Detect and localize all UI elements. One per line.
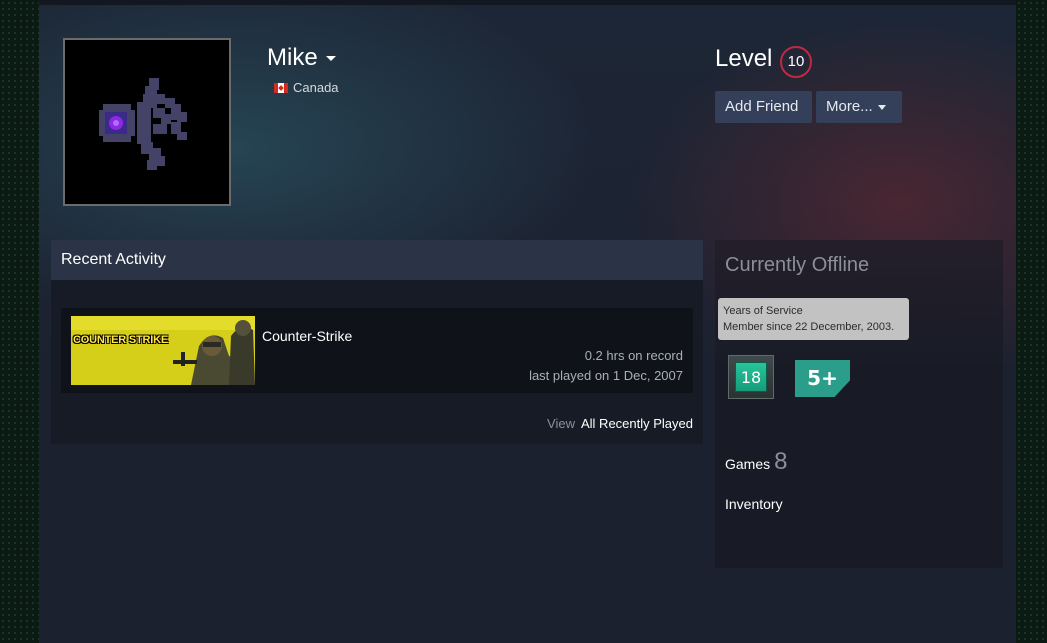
years-of-service-badge[interactable]: 18 [728, 355, 774, 399]
profile-page: Mike Canada Level 10 Add Friend More... … [39, 0, 1016, 643]
more-label: More... [826, 98, 873, 115]
background-pattern-left [0, 0, 39, 643]
canada-flag-icon [274, 83, 288, 93]
avatar-image [99, 78, 187, 170]
tooltip-text: Member since 22 December, 2003. [723, 321, 895, 333]
persona-name[interactable]: Mike [267, 44, 336, 72]
persona-name-text: Mike [267, 44, 318, 71]
country-name: Canada [293, 80, 339, 95]
recent-activity-panel: Recent Activity COUNTER STRIKE Counter-S… [51, 240, 703, 444]
game-capsule-image[interactable]: COUNTER STRIKE [71, 316, 255, 385]
level-badge[interactable]: 10 [780, 46, 812, 78]
years-of-service-badge-label: 18 [735, 362, 767, 392]
game-card[interactable]: COUNTER STRIKE Counter-Strike 0.2 hrs on… [61, 308, 693, 393]
game-name[interactable]: Counter-Strike [262, 328, 352, 344]
level-label: Level [715, 45, 773, 72]
view-label: View [547, 416, 575, 431]
more-button[interactable]: More... [816, 91, 902, 123]
inventory-link[interactable]: Inventory [725, 496, 783, 512]
last-played: last played on 1 Dec, 2007 [529, 368, 683, 383]
location: Canada [274, 80, 339, 95]
add-friend-button[interactable]: Add Friend [715, 91, 812, 123]
chevron-down-icon [877, 104, 886, 110]
all-recently-played-link[interactable]: All Recently Played [581, 416, 693, 431]
online-status: Currently Offline [725, 254, 870, 276]
badge-tooltip: Years of Service Member since 22 Decembe… [718, 298, 909, 340]
counter-strike-art [71, 316, 255, 385]
background-pattern-right [1016, 0, 1047, 643]
view-all-row: View All Recently Played [547, 416, 693, 431]
games-count-row[interactable]: Games 8 [725, 448, 787, 476]
tooltip-title: Years of Service [723, 305, 803, 317]
hours-on-record: 0.2 hrs on record [584, 348, 683, 363]
games-label: Games [725, 456, 771, 472]
game-collector-badge[interactable]: 5+ [795, 360, 850, 397]
profile-sidebar: Currently Offline Years of Service Membe… [715, 240, 1003, 568]
game-capsule-text: COUNTER STRIKE [73, 334, 168, 346]
avatar[interactable] [63, 38, 231, 206]
games-count: 8 [774, 448, 788, 475]
add-friend-label: Add Friend [725, 98, 799, 115]
chevron-down-icon[interactable] [325, 56, 336, 62]
recent-activity-header: Recent Activity [51, 240, 703, 280]
